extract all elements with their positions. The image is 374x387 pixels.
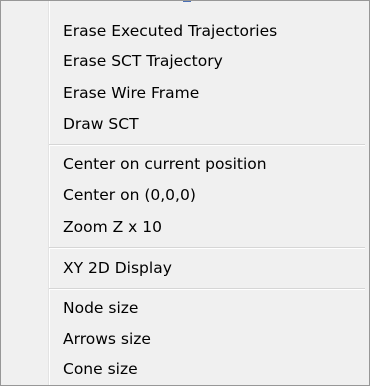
menu-separator	[49, 144, 365, 146]
menu-item-erase-executed-trajectories[interactable]: Erase Executed Trajectories	[49, 18, 367, 44]
context-menu: Erase Executed Trajectories Erase SCT Tr…	[0, 0, 370, 386]
menu-item-center-on-origin[interactable]: Center on (0,0,0)	[49, 182, 367, 208]
menu-separator	[49, 247, 365, 249]
menu-item-center-on-current-position[interactable]: Center on current position	[49, 151, 367, 177]
menu-item-draw-sct[interactable]: Draw SCT	[49, 111, 367, 137]
menu-anchor-marker	[183, 1, 191, 2]
menu-item-erase-wire-frame[interactable]: Erase Wire Frame	[49, 80, 367, 106]
menu-icon-column	[1, 1, 47, 385]
menu-item-cone-size[interactable]: Cone size	[49, 356, 367, 382]
menu-item-node-size[interactable]: Node size	[49, 295, 367, 321]
menu-item-erase-sct-trajectory[interactable]: Erase SCT Trajectory	[49, 48, 367, 74]
menu-item-zoom-z-x10[interactable]: Zoom Z x 10	[49, 214, 367, 240]
menu-item-xy-2d-display[interactable]: XY 2D Display	[49, 255, 367, 281]
menu-item-arrows-size[interactable]: Arrows size	[49, 326, 367, 352]
menu-separator	[49, 288, 365, 290]
